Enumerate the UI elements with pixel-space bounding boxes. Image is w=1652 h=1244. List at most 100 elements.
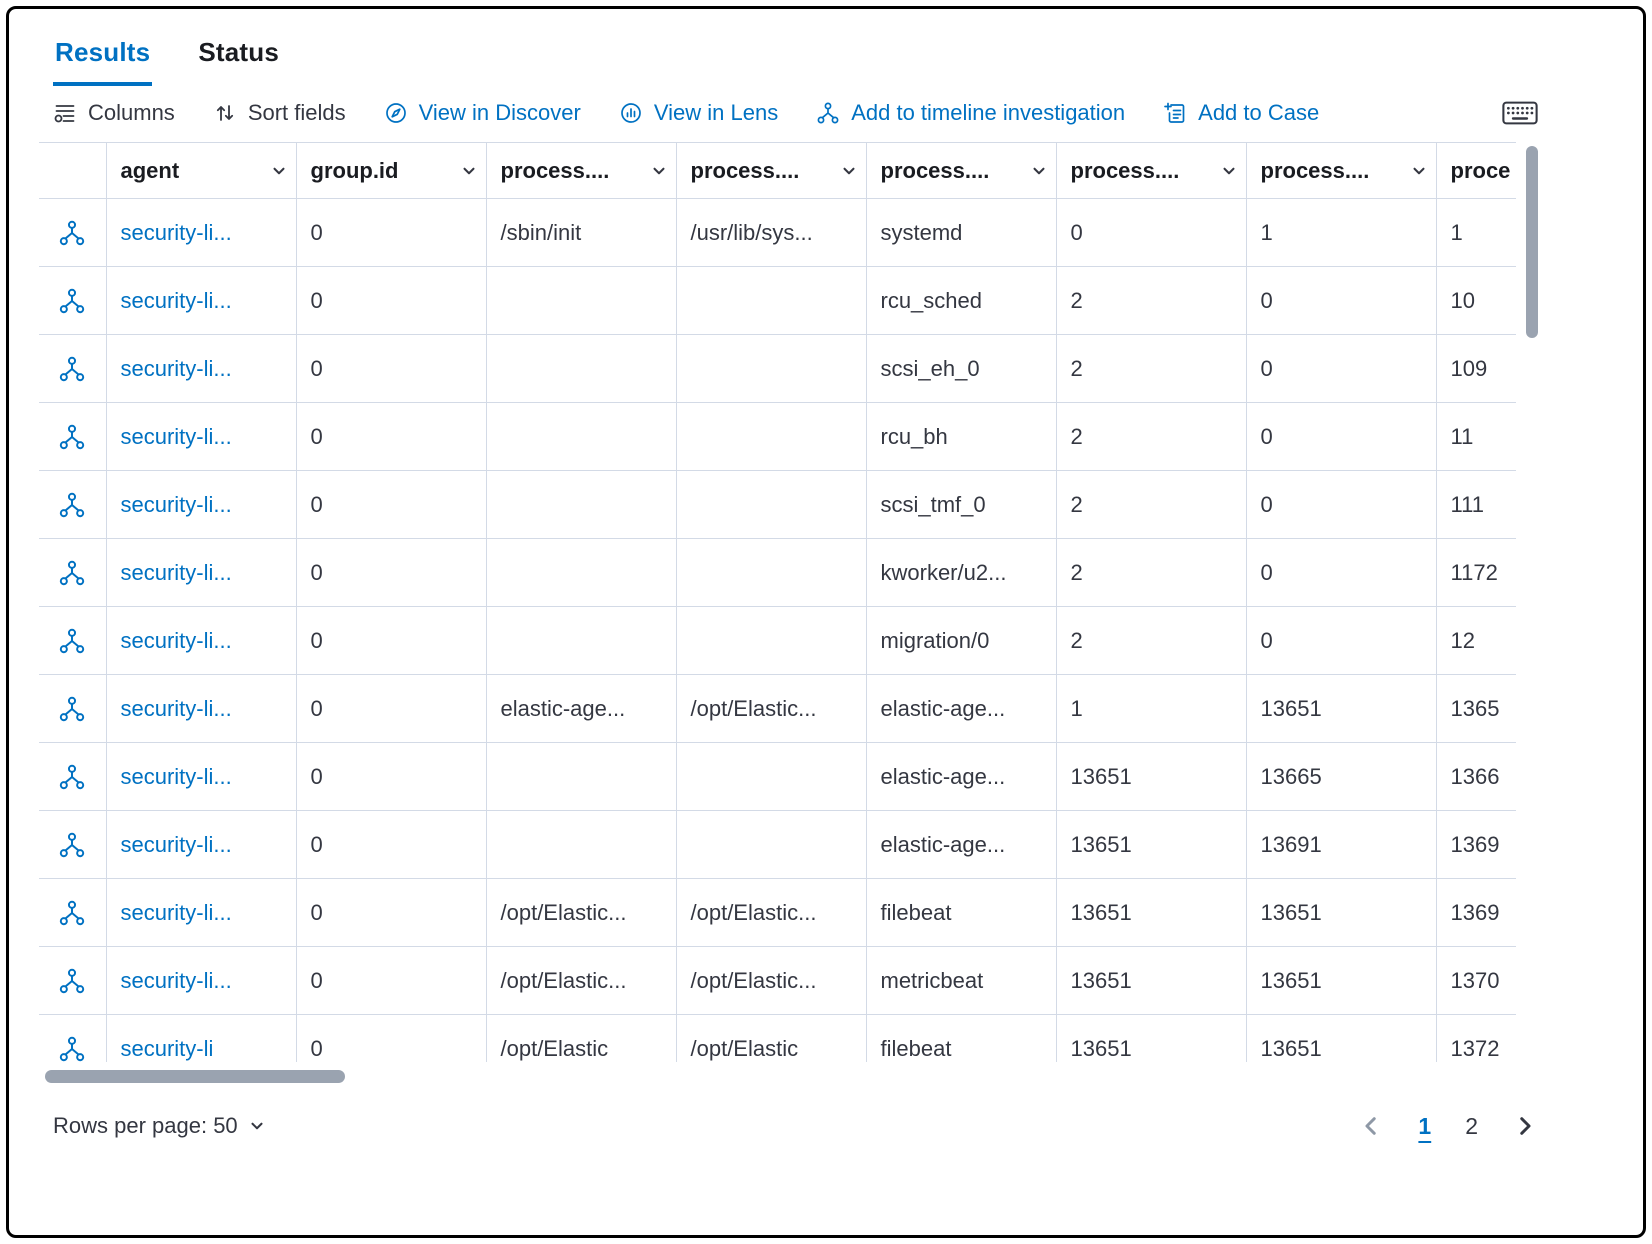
analyze-event-button[interactable] [54, 215, 90, 251]
add-to-case-label: Add to Case [1198, 100, 1319, 126]
view-in-discover-button[interactable]: View in Discover [384, 100, 581, 126]
agent-link[interactable]: security-li... [121, 288, 232, 313]
cell-value: 0 [311, 628, 323, 653]
tab-bar: Results Status [39, 31, 1538, 86]
column-header-agent[interactable]: agent [106, 143, 296, 199]
column-header-process-4[interactable]: process.... [1056, 143, 1246, 199]
chevron-down-icon[interactable] [1410, 162, 1428, 180]
agent-link[interactable]: security-li... [121, 628, 232, 653]
agent-link[interactable]: security-li... [121, 764, 232, 789]
column-header-group-id[interactable]: group.id [296, 143, 486, 199]
cell-value: /opt/Elastic... [691, 900, 817, 925]
column-header-process-1[interactable]: process.... [486, 143, 676, 199]
table-row: security-li... 0 elastic-age... /opt/Ela… [39, 675, 1516, 743]
analyze-event-button[interactable] [54, 759, 90, 795]
chevron-down-icon[interactable] [840, 162, 858, 180]
add-to-timeline-button[interactable]: Add to timeline investigation [816, 100, 1125, 126]
table-cell: 13665 [1246, 743, 1436, 811]
chevron-down-icon[interactable] [460, 162, 478, 180]
cell-value: 13691 [1261, 832, 1322, 857]
vertical-scrollbar-thumb[interactable] [1526, 146, 1538, 338]
row-actions-cell [39, 743, 106, 811]
table-cell: 0 [296, 947, 486, 1015]
rows-per-page-button[interactable]: Rows per page: 50 [53, 1113, 266, 1139]
agent-link[interactable]: security-li... [121, 220, 232, 245]
cell-value: 109 [1451, 356, 1488, 381]
chevron-down-icon[interactable] [650, 162, 668, 180]
column-header-process-3[interactable]: process.... [866, 143, 1056, 199]
table-cell: 2 [1056, 539, 1246, 607]
add-to-timeline-label: Add to timeline investigation [851, 100, 1125, 126]
agent-link[interactable]: security-li... [121, 696, 232, 721]
add-to-case-button[interactable]: Add to Case [1163, 100, 1319, 126]
page-1-button[interactable]: 1 [1418, 1115, 1431, 1138]
cell-value: 13651 [1261, 900, 1322, 925]
analyze-event-button[interactable] [54, 351, 90, 387]
analyze-event-button[interactable] [54, 895, 90, 931]
analyze-event-icon [58, 831, 86, 859]
keyboard-shortcuts-button[interactable] [1502, 100, 1538, 126]
column-header-process-5[interactable]: process.... [1246, 143, 1436, 199]
analyze-event-button[interactable] [54, 963, 90, 999]
column-header-process-6[interactable]: proce [1436, 143, 1516, 199]
analyze-event-button[interactable] [54, 827, 90, 863]
row-actions-cell [39, 267, 106, 335]
analyze-event-button[interactable] [54, 691, 90, 727]
table-cell [486, 403, 676, 471]
analyze-event-icon [58, 491, 86, 519]
agent-link[interactable]: security-li... [121, 900, 232, 925]
table-row: security-li... 0 rcu_sched 2 0 10 [39, 267, 1516, 335]
page-2-button[interactable]: 2 [1465, 1115, 1478, 1138]
sort-fields-button[interactable]: Sort fields [213, 100, 346, 126]
analyze-event-button[interactable] [54, 487, 90, 523]
agent-link[interactable]: security-li... [121, 424, 232, 449]
previous-page-button[interactable] [1358, 1113, 1384, 1139]
analyze-event-icon [58, 1035, 86, 1063]
row-actions-cell [39, 879, 106, 947]
vertical-scrollbar[interactable] [1526, 142, 1538, 1062]
tab-status[interactable]: Status [196, 31, 281, 86]
analyze-event-button[interactable] [54, 419, 90, 455]
cell-value: 0 [311, 356, 323, 381]
table-cell [676, 811, 866, 879]
agent-link[interactable]: security-li... [121, 356, 232, 381]
analyze-event-button[interactable] [54, 283, 90, 319]
table-cell: 13651 [1056, 811, 1246, 879]
chevron-down-icon[interactable] [270, 162, 288, 180]
cell-value: elastic-age... [501, 696, 626, 721]
chevron-down-icon[interactable] [1220, 162, 1238, 180]
analyze-event-button[interactable] [54, 555, 90, 591]
table-cell: scsi_eh_0 [866, 335, 1056, 403]
table-cell: systemd [866, 199, 1056, 267]
agent-link[interactable]: security-li... [121, 560, 232, 585]
table-cell: 0 [296, 539, 486, 607]
table-cell: 0 [296, 335, 486, 403]
table-cell: 2 [1056, 607, 1246, 675]
columns-icon [53, 101, 77, 125]
agent-link[interactable]: security-li... [121, 968, 232, 993]
analyze-event-button[interactable] [54, 1031, 90, 1063]
agent-link[interactable]: security-li [121, 1036, 214, 1061]
table-cell: 13691 [1246, 811, 1436, 879]
columns-button[interactable]: Columns [53, 100, 175, 126]
agent-link[interactable]: security-li... [121, 832, 232, 857]
table-cell: 13651 [1246, 1015, 1436, 1063]
cell-value: 1172 [1451, 560, 1498, 585]
horizontal-scrollbar[interactable] [39, 1070, 1519, 1083]
horizontal-scrollbar-thumb[interactable] [45, 1070, 345, 1083]
table-cell: 1366 [1436, 743, 1516, 811]
analyze-event-icon [58, 219, 86, 247]
column-header-process-2[interactable]: process.... [676, 143, 866, 199]
chevron-down-icon[interactable] [1030, 162, 1048, 180]
chevron-right-icon [1512, 1113, 1538, 1139]
row-actions-cell [39, 1015, 106, 1063]
agent-link[interactable]: security-li... [121, 492, 232, 517]
view-in-lens-button[interactable]: View in Lens [619, 100, 778, 126]
next-page-button[interactable] [1512, 1113, 1538, 1139]
cell-value: 13665 [1261, 764, 1322, 789]
cell-value: 0 [311, 764, 323, 789]
cell-value: elastic-age... [881, 832, 1006, 857]
table-cell: 13651 [1056, 879, 1246, 947]
analyze-event-button[interactable] [54, 623, 90, 659]
tab-results[interactable]: Results [53, 31, 152, 86]
